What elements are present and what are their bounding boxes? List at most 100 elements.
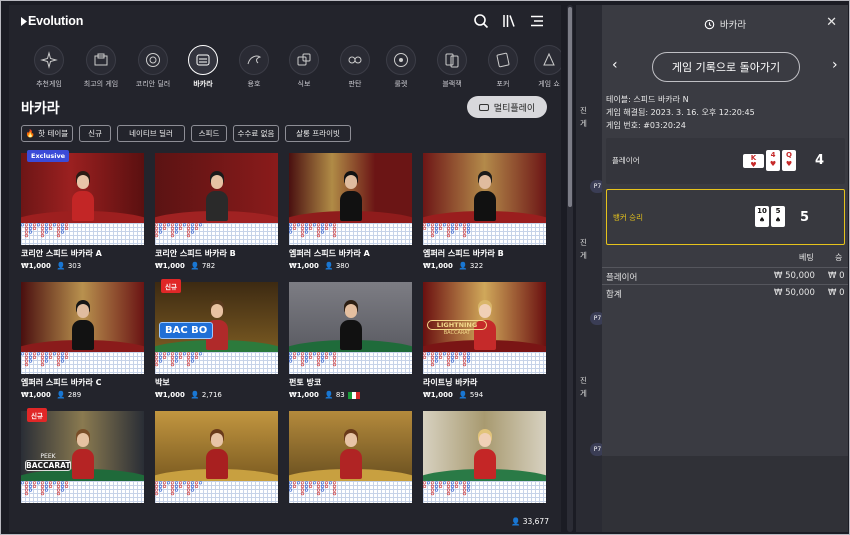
game-card[interactable]: BAC BO 박보 ₩1,000 👤 2,716 신규 xyxy=(155,279,278,399)
category-chip[interactable]: 코리안 딜러 xyxy=(133,45,173,89)
filter-chip[interactable]: 스피드 xyxy=(191,125,227,142)
category-label: 룰렛 xyxy=(394,80,408,88)
min-bet: ₩1,000 xyxy=(21,391,51,399)
search-icon[interactable] xyxy=(473,13,489,29)
banker-score: 5 xyxy=(800,210,810,225)
category-blackjack[interactable]: 블랙잭 xyxy=(432,45,472,89)
road-map xyxy=(289,352,412,374)
dealer xyxy=(473,175,496,223)
game-thumbnail xyxy=(423,153,546,223)
min-bet: ₩1,000 xyxy=(423,391,453,399)
settled-time: 게임 해결됨: 2023. 3. 16. 오후 12:20:45 xyxy=(606,108,755,117)
chevron-right-icon[interactable]: › xyxy=(832,57,838,73)
game-card[interactable]: PEEK BACCARAT 신규 xyxy=(21,408,144,503)
library-icon[interactable] xyxy=(501,13,517,29)
game-card[interactable]: 코리안 스피드 바카라 B ₩1,000 👤 782 xyxy=(155,153,278,270)
bet-amount: ₩ 50,000 xyxy=(774,271,815,281)
game-info: 테이블: 스피드 바카라 N 게임 해결됨: 2023. 3. 16. 오후 1… xyxy=(606,93,755,132)
fantan-icon xyxy=(340,45,370,75)
blackjack-icon xyxy=(437,45,467,75)
sparkle-icon xyxy=(34,45,64,75)
dealer xyxy=(473,433,496,481)
playing-card: 4 ♥ xyxy=(766,150,780,171)
playing-card: Q ♥ xyxy=(782,150,796,171)
fire-icon: 🔥 xyxy=(25,129,36,138)
game-card[interactable] xyxy=(155,411,278,503)
lightning-logo: LIGHTNING BACCARAT xyxy=(427,320,487,336)
banker-hand: 뱅커 승리 10 ♠ 5 ♠ 5 xyxy=(606,189,845,245)
category-baccarat[interactable]: 바카라 xyxy=(183,45,223,89)
game-name: 코리안 스피드 바카라 B xyxy=(155,249,236,258)
chevron-left-icon[interactable]: ‹ xyxy=(612,57,618,73)
road-map xyxy=(423,481,546,503)
game-thumbnail xyxy=(289,153,412,223)
history-item-fragment: 게 xyxy=(580,119,587,128)
category-dice[interactable]: 식보 xyxy=(284,45,324,89)
player-count: 👤 782 xyxy=(190,262,216,270)
category-sparkle[interactable]: 추천게임 xyxy=(29,45,69,89)
menu-icon[interactable] xyxy=(529,13,545,29)
game-name: 코리안 스피드 바카라 A xyxy=(21,249,102,258)
game-number: 게임 번호: #03:20:24 xyxy=(606,121,686,130)
evolution-logo[interactable]: Evolution xyxy=(21,14,83,28)
game-name: 엠퍼러 스피드 바카라 B xyxy=(423,249,504,258)
game-name: 라이트닝 바카라 xyxy=(423,378,478,387)
category-dragon[interactable]: 용호 xyxy=(234,45,274,89)
category-fantan[interactable]: 판탄 xyxy=(335,45,375,89)
poker-icon xyxy=(488,45,518,75)
trophy-icon xyxy=(86,45,116,75)
table-name: 테이블: 스피드 바카라 N xyxy=(606,95,689,104)
filter-chip[interactable]: 신규 xyxy=(79,125,111,142)
win-column: 승 xyxy=(835,253,843,262)
game-thumbnail xyxy=(21,282,144,352)
road-map xyxy=(155,481,278,503)
lobby-scrollbar[interactable] xyxy=(567,5,573,532)
bet-row: 합계 ₩ 50,000 ₩ 0 xyxy=(602,284,848,300)
chip-icon xyxy=(138,45,168,75)
game-thumbnail xyxy=(155,153,278,223)
game-name: 박보 xyxy=(155,378,170,387)
game-card[interactable] xyxy=(289,411,412,503)
game-card[interactable]: 엠퍼러 스피드 바카라 B ₩1,000 👤 322 xyxy=(423,153,546,270)
category-poker[interactable]: 포커 xyxy=(483,45,523,89)
dealer xyxy=(71,175,94,223)
road-map xyxy=(289,223,412,245)
category-trophy[interactable]: 최고의 게임 xyxy=(81,45,121,89)
category-gameshow[interactable]: 게임 쇼 xyxy=(529,45,561,89)
filter-chip[interactable]: 살롱 프라이빗 xyxy=(285,125,351,142)
category-roulette[interactable]: 룰렛 xyxy=(381,45,421,89)
game-card[interactable]: LIGHTNING BACCARAT 라이트닝 바카라 ₩1,000 👤 594 xyxy=(423,282,546,399)
road-map xyxy=(289,481,412,503)
lobby: Evolution 추천게임 최고의 게임 코리안 딜러 바카라 용호 식보판탄 룰렛 블랙잭… xyxy=(9,5,561,532)
game-history-panel: 바카라 ✕ ‹ 게임 기록으로 돌아가기 › 테이블: 스피드 바카라 N 게임… xyxy=(602,5,848,532)
filter-chip[interactable]: 네이티브 딜러 xyxy=(117,125,185,142)
multiplay-button[interactable]: 멀티플레이 xyxy=(467,96,547,118)
close-icon[interactable]: ✕ xyxy=(826,16,837,29)
game-card[interactable]: 펀토 방코 ₩1,000 👤 83 xyxy=(289,282,412,399)
road-map xyxy=(155,223,278,245)
filter-chip[interactable]: 🔥 핫 테이블 xyxy=(21,125,73,142)
game-thumbnail xyxy=(289,282,412,352)
exclusive-badge: Exclusive xyxy=(27,150,70,162)
game-card[interactable] xyxy=(423,411,546,503)
player-cards: K ♥ 4 ♥ Q ♥ xyxy=(743,150,796,171)
game-card[interactable]: 엠퍼러 스피드 바카라 C ₩1,000 👤 289 xyxy=(21,282,144,399)
min-bet: ₩1,000 xyxy=(155,391,185,399)
min-bet: ₩1,000 xyxy=(289,391,319,399)
category-label: 판탄 xyxy=(348,80,362,88)
game-card[interactable]: 코리안 스피드 바카라 A ₩1,000 👤 303 Exclusive xyxy=(21,150,144,270)
back-to-history-button[interactable]: 게임 기록으로 돌아가기 xyxy=(652,52,800,82)
filter-chip[interactable]: 수수료 없음 xyxy=(233,125,279,142)
category-label: 포커 xyxy=(496,80,510,88)
game-thumbnail: LIGHTNING BACCARAT xyxy=(423,282,546,352)
game-name: 엠퍼러 스피드 바카라 C xyxy=(21,378,102,387)
background-history-list: 진 게 P7 진 게 P7 진 게 P7 xyxy=(576,5,605,532)
dealer xyxy=(71,304,94,352)
game-card[interactable]: 엠퍼러 스피드 바카라 A ₩1,000 👤 380 xyxy=(289,153,412,270)
game-meta: ₩1,000 👤 322 xyxy=(423,262,546,270)
playing-card: 10 ♠ xyxy=(755,206,769,227)
road-map xyxy=(155,352,278,374)
italy-flag-icon xyxy=(347,391,360,399)
banker-cards: 10 ♠ 5 ♠ xyxy=(755,206,785,227)
panel-nav: ‹ 게임 기록으로 돌아가기 › xyxy=(602,49,848,85)
